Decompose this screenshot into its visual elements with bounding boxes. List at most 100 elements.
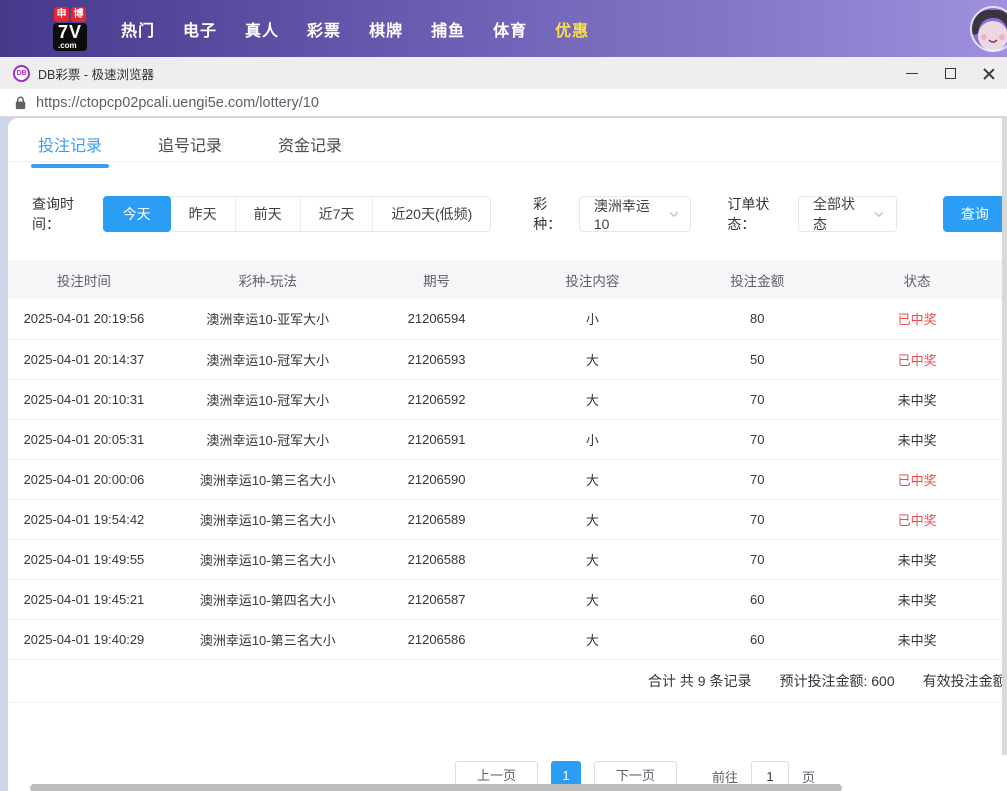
nav-item[interactable]: 体育	[493, 17, 527, 41]
user-avatar[interactable]	[970, 6, 1007, 52]
lottery-select-value: 澳洲幸运10	[594, 196, 657, 232]
chevron-down-icon	[874, 211, 884, 218]
maximize-icon	[945, 68, 956, 79]
logo-square-1: 申	[54, 7, 69, 22]
column-header: 投注内容	[498, 260, 688, 299]
site-logo[interactable]: 申 博 7V .com	[42, 7, 98, 51]
nav-item[interactable]: 彩票	[307, 17, 341, 41]
avatar-illustration	[970, 6, 1007, 52]
tab[interactable]: 追号记录	[158, 132, 222, 161]
cell-status: 已中奖	[827, 499, 1007, 539]
cell-bet-time: 2025-04-01 20:05:31	[8, 419, 160, 459]
cell-issue-number: 21206586	[376, 619, 498, 659]
cell-status: 未中奖	[827, 619, 1007, 659]
minimize-icon	[906, 73, 918, 74]
browser-urlbar[interactable]: https://ctopcp02pcali.uengi5e.com/lotter…	[0, 89, 1007, 117]
time-range-option[interactable]: 近7天	[300, 197, 373, 231]
nav-item[interactable]: 棋牌	[369, 17, 403, 41]
cell-bet-content: 大	[498, 619, 688, 659]
cell-bet-content: 大	[498, 539, 688, 579]
cell-issue-number: 21206592	[376, 379, 498, 419]
cell-game-play: 澳洲幸运10-第三名大小	[160, 539, 376, 579]
table-row: 2025-04-01 20:10:31 澳洲幸运10-冠军大小 21206592…	[8, 379, 1007, 419]
cell-status: 未中奖	[827, 539, 1007, 579]
cell-bet-time: 2025-04-01 19:40:29	[8, 619, 160, 659]
order-status-select[interactable]: 全部状态	[798, 196, 897, 232]
cell-status: 未中奖	[827, 579, 1007, 619]
cell-game-play: 澳洲幸运10-第三名大小	[160, 619, 376, 659]
url-text[interactable]: https://ctopcp02pcali.uengi5e.com/lotter…	[36, 95, 319, 111]
cell-bet-content: 小	[498, 419, 688, 459]
lock-icon	[15, 96, 26, 110]
logo-square-2: 博	[71, 7, 86, 22]
tab[interactable]: 资金记录	[278, 132, 342, 161]
cell-bet-amount: 50	[687, 339, 827, 379]
logo-squares: 申 博	[54, 7, 86, 22]
time-range-option[interactable]: 近20天(低频)	[372, 197, 490, 231]
table-header-row: 投注时间 彩种-玩法 期号 投注内容 投注金额 状态	[8, 260, 1007, 299]
cell-bet-content: 大	[498, 339, 688, 379]
column-header: 投注金额	[687, 260, 827, 299]
close-button[interactable]	[969, 57, 1007, 89]
cell-bet-amount: 60	[687, 579, 827, 619]
cell-issue-number: 21206590	[376, 459, 498, 499]
cell-bet-time: 2025-04-01 19:54:42	[8, 499, 160, 539]
cell-game-play: 澳洲幸运10-亚军大小	[160, 299, 376, 339]
cell-bet-time: 2025-04-01 20:00:06	[8, 459, 160, 499]
vertical-scrollbar[interactable]	[1002, 118, 1007, 755]
nav-item[interactable]: 真人	[245, 17, 279, 41]
cell-status: 未中奖	[827, 419, 1007, 459]
site-top-nav: 申 博 7V .com 热门 电子 真人 彩票 棋牌 捕鱼 体育	[0, 0, 1007, 57]
table-row: 2025-04-01 19:45:21 澳洲幸运10-第四名大小 2120658…	[8, 579, 1007, 619]
time-range-option[interactable]: 昨天	[171, 197, 235, 231]
cell-issue-number: 21206594	[376, 299, 498, 339]
order-status-value: 全部状态	[813, 194, 862, 234]
cell-bet-amount: 70	[687, 419, 827, 459]
summary-values: 合计 共 9 条记录 预计投注金额: 600 有效投注金额	[648, 671, 1007, 691]
table-row: 2025-04-01 19:49:55 澳洲幸运10-第三名大小 2120658…	[8, 539, 1007, 579]
table-row: 2025-04-01 19:40:29 澳洲幸运10-第三名大小 2120658…	[8, 619, 1007, 659]
cell-bet-time: 2025-04-01 19:49:55	[8, 539, 160, 579]
bet-records-table: 投注时间 彩种-玩法 期号 投注内容 投注金额 状态	[8, 260, 1007, 660]
record-tabs: 投注记录 追号记录 资金记录	[8, 118, 1007, 162]
table-row: 2025-04-01 20:05:31 澳洲幸运10-冠军大小 21206591…	[8, 419, 1007, 459]
cell-game-play: 澳洲幸运10-第三名大小	[160, 499, 376, 539]
cell-game-play: 澳洲幸运10-冠军大小	[160, 419, 376, 459]
logo-brand: 7V	[58, 23, 82, 42]
cell-bet-amount: 60	[687, 619, 827, 659]
cell-status: 已中奖	[827, 299, 1007, 339]
cell-game-play: 澳洲幸运10-第四名大小	[160, 579, 376, 619]
cell-issue-number: 21206593	[376, 339, 498, 379]
minimize-button[interactable]	[893, 57, 931, 89]
cell-issue-number: 21206589	[376, 499, 498, 539]
search-button[interactable]: 查询	[943, 196, 1007, 232]
summary-total-records: 合计 共 9 条记录	[648, 671, 751, 691]
cell-bet-amount: 70	[687, 459, 827, 499]
cell-bet-amount: 80	[687, 299, 827, 339]
tab[interactable]: 投注记录	[38, 132, 102, 161]
nav-item[interactable]: 电子	[183, 17, 217, 41]
horizontal-scrollbar[interactable]	[30, 784, 842, 791]
column-header: 状态	[827, 260, 1007, 299]
nav-item[interactable]: 捕鱼	[431, 17, 465, 41]
nav-item[interactable]: 优惠	[555, 17, 589, 41]
screen: 申 博 7V .com 热门 电子 真人 彩票 棋牌 捕鱼 体育	[0, 0, 1007, 791]
lottery-select[interactable]: 澳洲幸运10	[579, 196, 692, 232]
cell-bet-content: 大	[498, 579, 688, 619]
main-nav: 热门 电子 真人 彩票 棋牌 捕鱼 体育 优惠	[121, 17, 589, 41]
maximize-button[interactable]	[931, 57, 969, 89]
cell-bet-content: 大	[498, 499, 688, 539]
summary-valid-amount: 有效投注金额	[923, 671, 1007, 691]
column-header: 投注时间	[8, 260, 160, 299]
close-icon	[982, 67, 995, 80]
summary-estimated-amount: 预计投注金额: 600	[779, 671, 894, 691]
cell-game-play: 澳洲幸运10-第三名大小	[160, 459, 376, 499]
time-range-option[interactable]: 今天	[103, 196, 171, 232]
nav-item[interactable]: 热门	[121, 17, 155, 41]
order-status-label: 订单状态：	[727, 194, 790, 234]
window-title: DB彩票 - 极速浏览器	[38, 64, 154, 83]
browser-favicon: DB	[13, 65, 30, 82]
cell-bet-time: 2025-04-01 20:10:31	[8, 379, 160, 419]
time-range-option[interactable]: 前天	[235, 197, 300, 231]
table-row: 2025-04-01 20:14:37 澳洲幸运10-冠军大小 21206593…	[8, 339, 1007, 379]
